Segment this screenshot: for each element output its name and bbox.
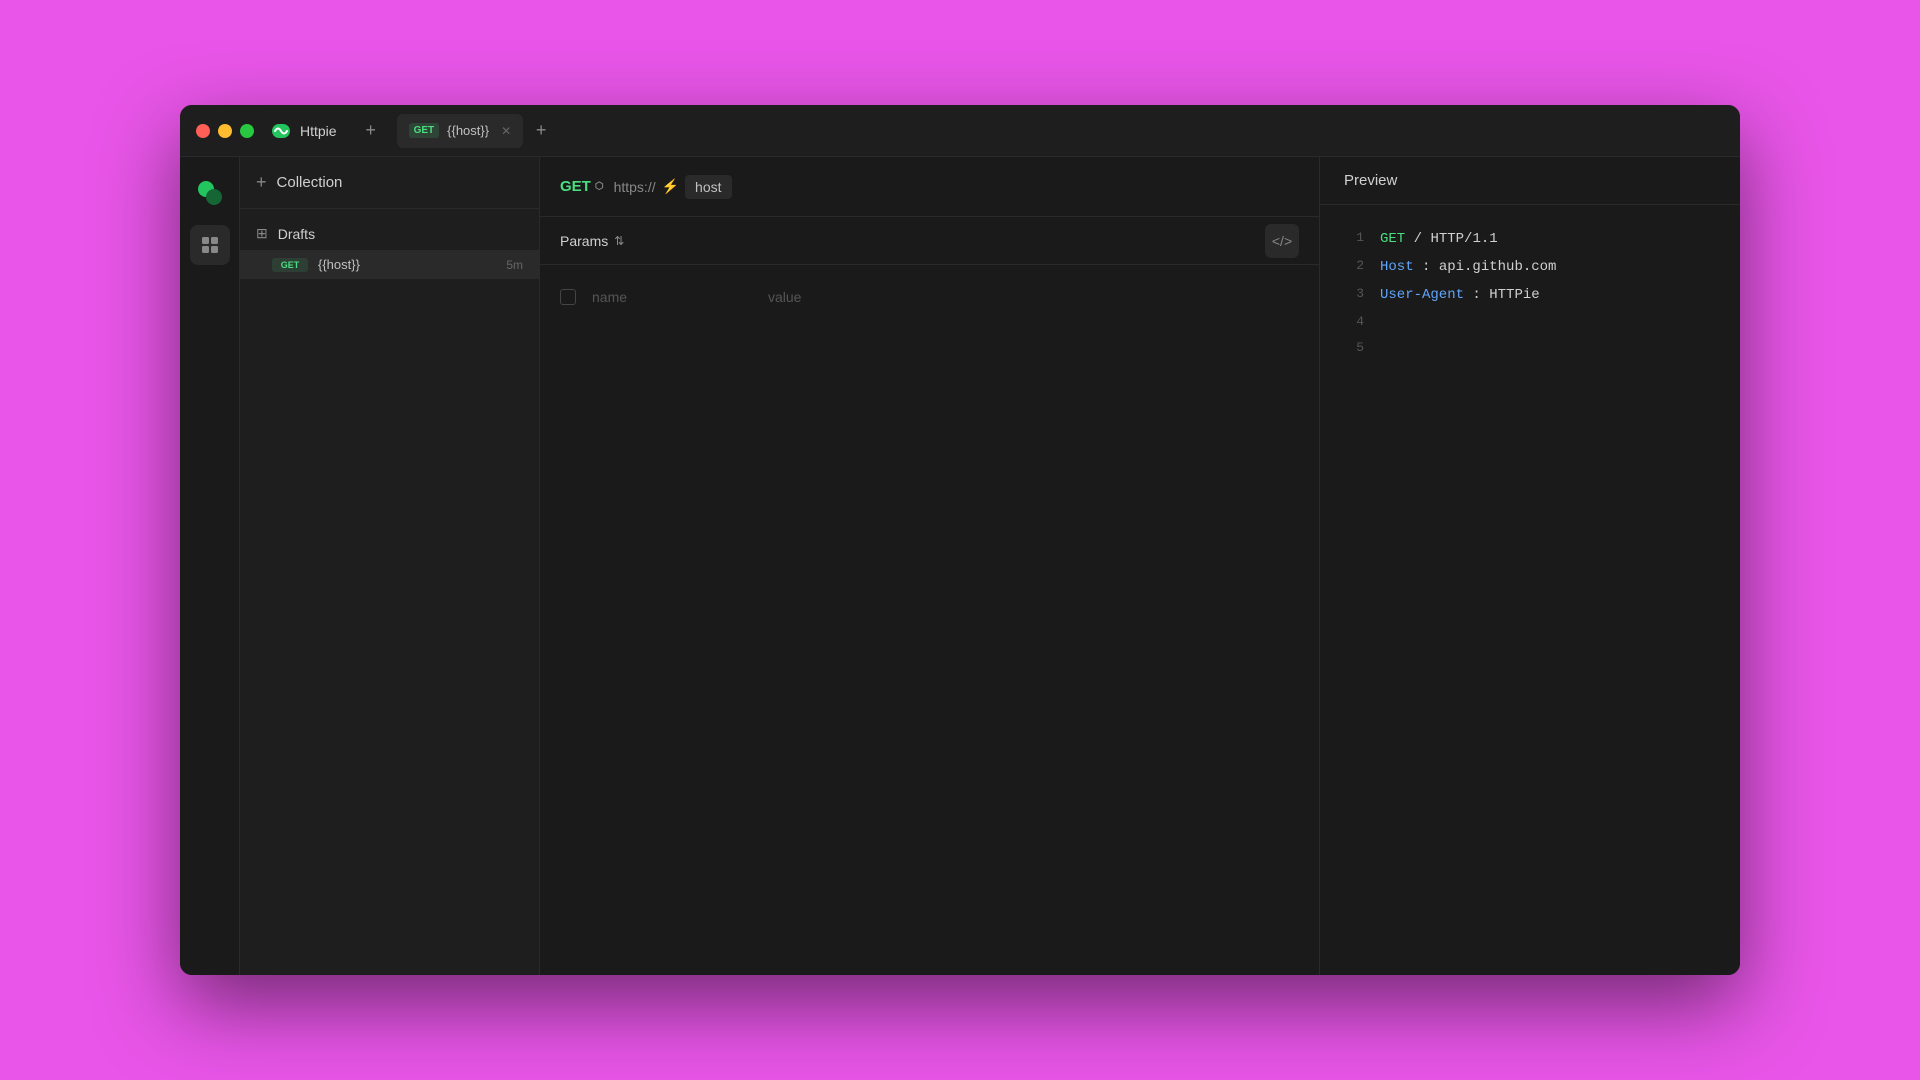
user-agent-value: HTTPie [1489, 287, 1539, 303]
params-table: name value [540, 265, 1319, 329]
colon-2: : [1472, 287, 1489, 303]
preview-line-2: 2 Host : api.github.com [1344, 253, 1716, 281]
collection-header: + Collection [240, 157, 539, 209]
param-name-field[interactable]: name [592, 289, 752, 305]
folder-name: Drafts [278, 226, 315, 242]
url-bar: GET ⬡ https:// ⚡ host [540, 157, 1319, 217]
preview-header: Preview [1320, 157, 1740, 205]
param-value-field[interactable]: value [768, 289, 801, 305]
params-label: Params ⇅ [560, 233, 624, 249]
keyword-get: GET [1380, 231, 1405, 247]
lightning-icon: ⚡ [662, 178, 679, 195]
url-input[interactable]: https:// ⚡ host [614, 175, 1299, 199]
sidebar-logo-button[interactable] [190, 173, 230, 213]
tab-close-icon[interactable]: ✕ [501, 124, 511, 138]
method-dropdown-icon: ⬡ [595, 181, 604, 192]
grid-icon-button[interactable] [190, 225, 230, 265]
preview-panel: Preview 1 GET / HTTP/1.1 2 Host [1320, 157, 1740, 975]
param-checkbox[interactable] [560, 289, 576, 305]
preview-line-4: 4 [1344, 309, 1716, 335]
line-number-2: 2 [1344, 253, 1364, 281]
url-prefix: https:// [614, 179, 656, 195]
host-label: Host [1380, 259, 1414, 275]
slash: / [1414, 231, 1431, 247]
minimize-button[interactable] [218, 124, 232, 138]
app-title: Httpie [300, 123, 337, 139]
tab-host[interactable]: GET {{host}} ✕ [397, 114, 524, 148]
tab-name: {{host}} [447, 123, 489, 138]
app-logo-area: Httpie [270, 120, 337, 142]
code-icon: </> [1272, 233, 1292, 249]
drafts-folder[interactable]: ⊞ Drafts [240, 217, 539, 250]
title-bar: Httpie + GET {{host}} ✕ + [180, 105, 1740, 157]
collection-title: Collection [277, 174, 343, 191]
app-logo-icon [270, 120, 292, 142]
line-number-5: 5 [1344, 335, 1364, 361]
method-label: GET [560, 178, 591, 195]
url-host-value: host [685, 175, 731, 199]
line-number-1: 1 [1344, 225, 1364, 253]
code-view-button[interactable]: </> [1265, 224, 1299, 258]
app-window: Httpie + GET {{host}} ✕ + [180, 105, 1740, 975]
maximize-button[interactable] [240, 124, 254, 138]
line-content-3: User-Agent : HTTPie [1380, 281, 1540, 309]
close-button[interactable] [196, 124, 210, 138]
new-tab-button[interactable]: + [357, 117, 385, 145]
collection-panel: + Collection ⊞ Drafts GET {{host}} 5m [240, 157, 540, 975]
window-controls [196, 124, 254, 138]
tabs-area: GET {{host}} ✕ + [397, 114, 1740, 148]
sort-icon: ⇅ [614, 234, 624, 248]
preview-line-3: 3 User-Agent : HTTPie [1344, 281, 1716, 309]
preview-body: 1 GET / HTTP/1.1 2 Host : api.github.com [1320, 205, 1740, 381]
method-selector[interactable]: GET ⬡ [560, 178, 604, 195]
request-time: 5m [506, 258, 523, 272]
line-number-4: 4 [1344, 309, 1364, 335]
param-row: name value [560, 281, 1299, 313]
request-item[interactable]: GET {{host}} 5m [240, 250, 539, 279]
grid-icon [200, 235, 220, 255]
preview-line-1: 1 GET / HTTP/1.1 [1344, 225, 1716, 253]
colon-1: : [1422, 259, 1439, 275]
line-number-3: 3 [1344, 281, 1364, 309]
line-content-2: Host : api.github.com [1380, 253, 1556, 281]
icon-sidebar [180, 157, 240, 975]
collection-body: ⊞ Drafts GET {{host}} 5m [240, 209, 539, 975]
request-area: GET ⬡ https:// ⚡ host Params ⇅ </> [540, 157, 1320, 975]
add-collection-button[interactable]: + [256, 172, 267, 193]
params-bar: Params ⇅ </> [540, 217, 1319, 265]
user-agent-label: User-Agent [1380, 287, 1464, 303]
http-version: HTTP/1.1 [1430, 231, 1497, 247]
httpie-logo-icon [196, 179, 224, 207]
preview-line-5: 5 [1344, 335, 1716, 361]
folder-icon: ⊞ [256, 225, 268, 242]
preview-title: Preview [1344, 172, 1397, 189]
request-name: {{host}} [318, 257, 496, 272]
request-method-badge: GET [272, 258, 308, 272]
add-tab-button[interactable]: + [527, 117, 555, 145]
host-value: api.github.com [1439, 259, 1557, 275]
line-content-1: GET / HTTP/1.1 [1380, 225, 1498, 253]
tab-method-badge: GET [409, 123, 440, 138]
main-content: + Collection ⊞ Drafts GET {{host}} 5m [180, 157, 1740, 975]
